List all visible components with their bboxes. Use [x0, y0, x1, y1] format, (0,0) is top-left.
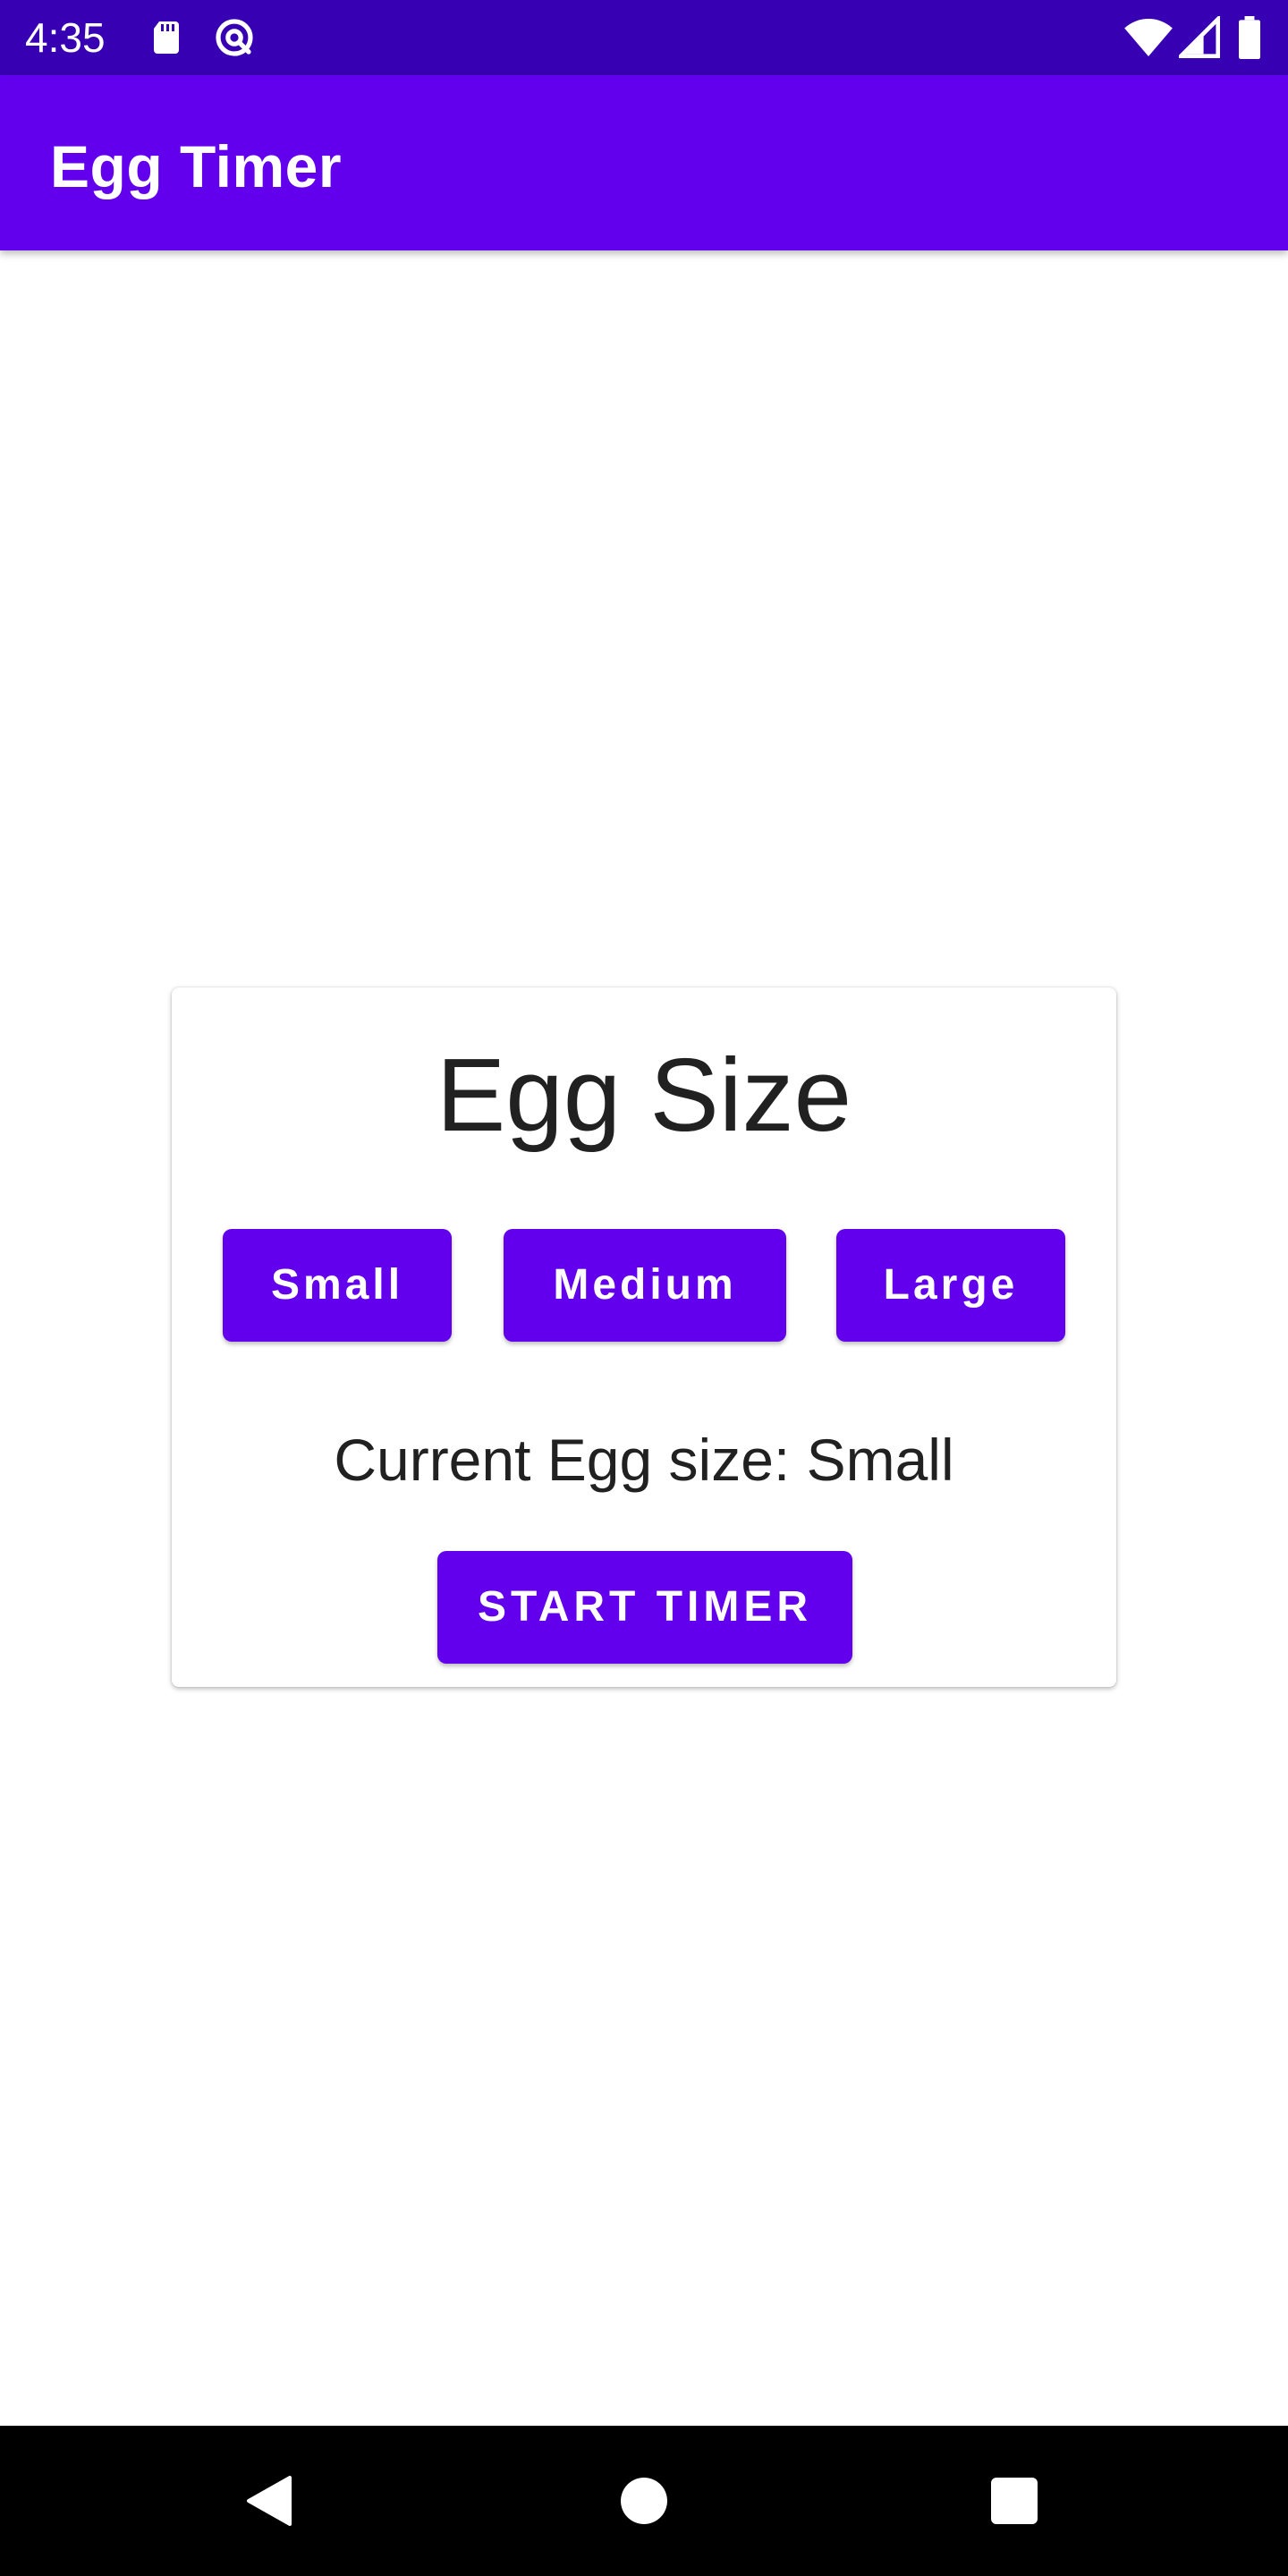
status-bar: 4:35: [0, 0, 1288, 75]
battery-icon: [1239, 16, 1260, 59]
current-egg-size-text: Current Egg size: Small: [334, 1427, 954, 1493]
home-icon[interactable]: [621, 2478, 667, 2524]
app-bar: Egg Timer: [0, 75, 1288, 250]
sd-card-icon: [154, 21, 179, 54]
small-button[interactable]: Small: [223, 1229, 452, 1342]
app-title: Egg Timer: [50, 133, 343, 199]
recents-icon[interactable]: [991, 2478, 1038, 2524]
cell-signal-icon: [1179, 16, 1220, 58]
medium-button[interactable]: Medium: [504, 1229, 786, 1342]
egg-size-card: Egg Size Small Medium Large Current Egg …: [172, 987, 1116, 1687]
status-time: 4:35: [25, 14, 106, 61]
navigation-bar: [0, 2426, 1288, 2576]
at-sign-icon: [216, 19, 253, 56]
screen: 4:35 Egg Timer Egg Size Small Medium Lar…: [0, 0, 1288, 2576]
start-timer-button[interactable]: START TIMER: [437, 1551, 852, 1664]
egg-size-title: Egg Size: [436, 1037, 852, 1153]
wifi-icon: [1124, 19, 1173, 56]
back-icon[interactable]: [243, 2474, 293, 2528]
large-button[interactable]: Large: [836, 1229, 1065, 1342]
